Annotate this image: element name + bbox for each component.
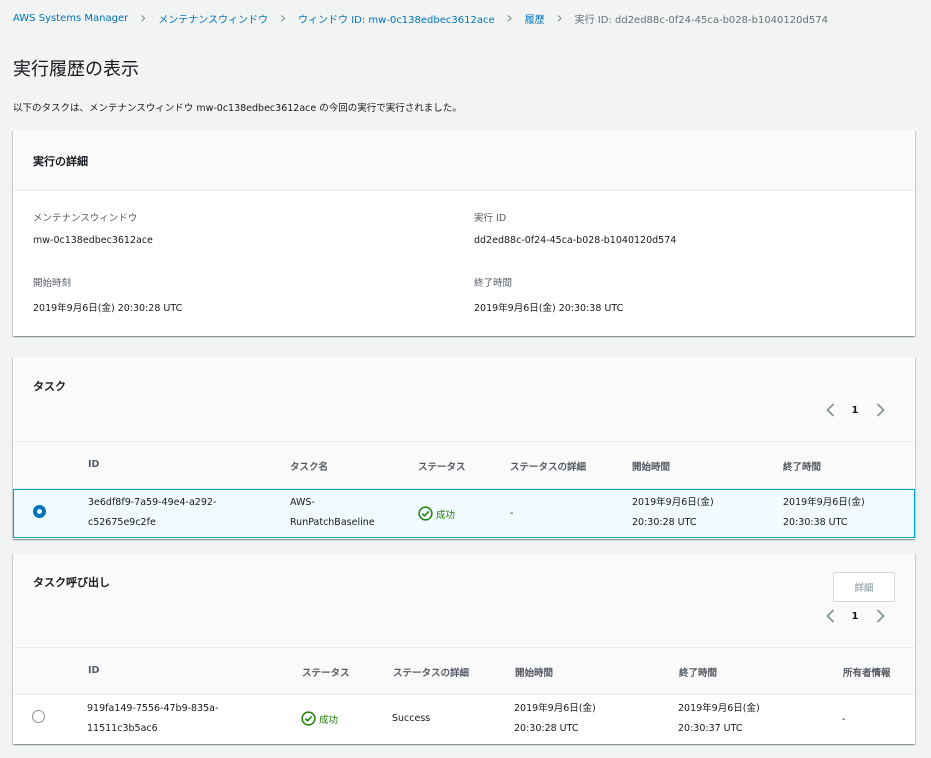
window-value: mw-0c138edbec3612ace bbox=[33, 235, 153, 246]
tasks-header: タスク 1 bbox=[13, 357, 915, 441]
page-title: 実行履歴の表示 bbox=[13, 59, 139, 80]
row-radio-button[interactable] bbox=[32, 710, 45, 723]
status-detail: Success bbox=[392, 713, 431, 724]
breadcrumb-execution-id: 実行 ID: dd2ed88c-0f24-45ca-b028-b1040120d… bbox=[574, 14, 828, 26]
invocations-pagination: 1 bbox=[823, 606, 887, 626]
end-time-line2: 20:30:38 UTC bbox=[783, 517, 848, 528]
details-button[interactable]: 詳細 bbox=[833, 572, 895, 602]
tasks-table-header: ID タスク名 ステータス ステータスの詳細 開始時間 終了時間 bbox=[13, 441, 915, 489]
col-end-time[interactable]: 終了時間 bbox=[679, 665, 717, 679]
start-time-value: 2019年9月6日(金) 20:30:28 UTC bbox=[33, 303, 183, 314]
breadcrumb-history[interactable]: 履歴 bbox=[525, 11, 545, 26]
breadcrumb-maintenance-windows[interactable]: メンテナンスウィンドウ bbox=[158, 11, 268, 26]
chevron-right-icon[interactable] bbox=[873, 606, 887, 626]
table-row[interactable]: 919fa149-7556-47b9-835a- 11511c3b5ac6 成功… bbox=[13, 695, 915, 744]
status-badge: 成功 bbox=[301, 711, 338, 726]
task-name-line2: RunPatchBaseline bbox=[290, 517, 375, 528]
col-task-name[interactable]: タスク名 bbox=[290, 459, 328, 473]
row-radio-button[interactable] bbox=[33, 505, 46, 518]
end-time-label: 終了時間 bbox=[474, 278, 513, 289]
col-id[interactable]: ID bbox=[88, 459, 99, 470]
col-start-time[interactable]: 開始時間 bbox=[632, 459, 670, 473]
owner-info: - bbox=[842, 714, 846, 725]
start-time-label: 開始時刻 bbox=[33, 278, 72, 289]
col-end-time[interactable]: 終了時間 bbox=[783, 459, 821, 473]
execution-id-label: 実行 ID bbox=[474, 213, 507, 224]
table-row[interactable]: 3e6df8f9-7a59-49e4-a292- c52675e9c2fe AW… bbox=[13, 489, 915, 538]
start-time-line2: 20:30:28 UTC bbox=[632, 517, 697, 528]
task-invocations-header: タスク呼び出し 詳細 1 bbox=[13, 553, 915, 647]
chevron-right-icon: › bbox=[506, 8, 513, 27]
col-id[interactable]: ID bbox=[88, 665, 99, 676]
col-start-time[interactable]: 開始時間 bbox=[515, 665, 553, 679]
status-text: 成功 bbox=[436, 509, 456, 521]
task-invocations-panel: タスク呼び出し 詳細 1 ID ステータス ステータスの詳細 開始時間 終了時間… bbox=[13, 553, 915, 744]
invocations-page-number[interactable]: 1 bbox=[837, 611, 873, 622]
check-circle-icon bbox=[418, 506, 433, 521]
chevron-right-icon[interactable] bbox=[873, 400, 887, 420]
col-status[interactable]: ステータス bbox=[302, 665, 350, 679]
breadcrumb: AWS Systems Manager › メンテナンスウィンドウ › ウィンド… bbox=[13, 10, 828, 26]
execution-details-panel: 実行の詳細 メンテナンスウィンドウ mw-0c138edbec3612ace 実… bbox=[13, 130, 915, 336]
task-invocations-title: タスク呼び出し bbox=[33, 576, 110, 589]
window-label: メンテナンスウィンドウ bbox=[33, 213, 138, 224]
col-status-detail[interactable]: ステータスの詳細 bbox=[510, 459, 586, 473]
task-id-line2: c52675e9c2fe bbox=[88, 517, 156, 528]
tasks-page-number[interactable]: 1 bbox=[837, 405, 873, 416]
invocation-id-line2: 11511c3b5ac6 bbox=[87, 723, 158, 734]
invocations-table-header: ID ステータス ステータスの詳細 開始時間 終了時間 所有者情報 bbox=[13, 647, 915, 695]
start-time-line2: 20:30:28 UTC bbox=[514, 723, 579, 734]
col-status-detail[interactable]: ステータスの詳細 bbox=[393, 665, 469, 679]
status-detail: - bbox=[510, 508, 514, 519]
end-time-value: 2019年9月6日(金) 20:30:38 UTC bbox=[474, 303, 624, 314]
end-time-line2: 20:30:37 UTC bbox=[678, 723, 743, 734]
chevron-right-icon: › bbox=[556, 8, 563, 27]
execution-id-value: dd2ed88c-0f24-45ca-b028-b1040120d574 bbox=[474, 235, 677, 246]
chevron-left-icon[interactable] bbox=[823, 606, 837, 626]
execution-details-header: 実行の詳細 bbox=[13, 130, 915, 191]
col-status[interactable]: ステータス bbox=[418, 459, 466, 473]
chevron-right-icon: › bbox=[140, 8, 147, 27]
execution-details-title: 実行の詳細 bbox=[33, 155, 88, 168]
tasks-pagination: 1 bbox=[823, 400, 887, 420]
check-circle-icon bbox=[301, 711, 316, 726]
tasks-panel: タスク 1 ID タスク名 ステータス ステータスの詳細 開始時間 終了時間 3… bbox=[13, 357, 915, 539]
chevron-right-icon: › bbox=[279, 8, 287, 27]
col-owner-info[interactable]: 所有者情報 bbox=[843, 665, 891, 679]
tasks-title: タスク bbox=[33, 380, 66, 393]
status-badge: 成功 bbox=[418, 506, 455, 521]
breadcrumb-window-id[interactable]: ウィンドウ ID: mw-0c138edbec3612ace bbox=[298, 11, 495, 26]
chevron-left-icon[interactable] bbox=[823, 400, 837, 420]
status-text: 成功 bbox=[319, 714, 339, 726]
page-description: 以下のタスクは、メンテナンスウィンドウ mw-0c138edbec3612ace… bbox=[13, 103, 462, 114]
breadcrumb-systems-manager[interactable]: AWS Systems Manager bbox=[13, 13, 128, 24]
